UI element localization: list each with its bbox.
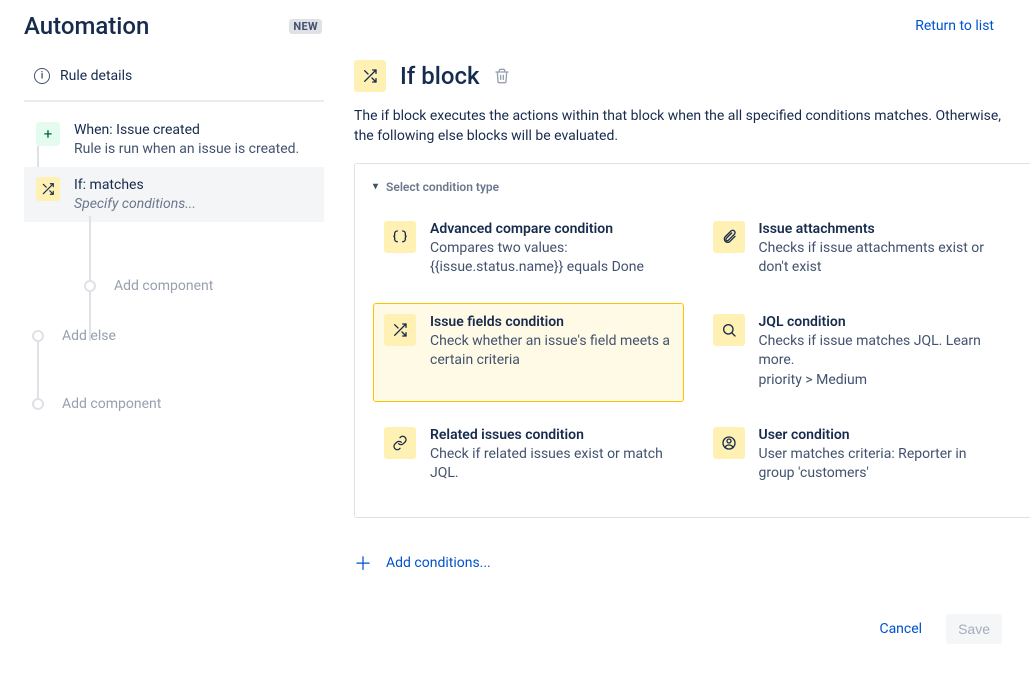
footer: Cancel Save xyxy=(354,576,1030,660)
if-subtitle: Specify conditions... xyxy=(74,196,196,212)
option-related-issues[interactable]: Related issues condition Check if relate… xyxy=(373,416,684,495)
option-advanced-compare[interactable]: Advanced compare condition Compares two … xyxy=(373,210,684,289)
main-description: The if block executes the actions within… xyxy=(354,106,1014,147)
attachment-icon xyxy=(713,221,745,253)
user-icon xyxy=(713,427,745,459)
main-title: If block xyxy=(400,62,480,90)
new-badge: NEW xyxy=(289,19,321,34)
cancel-button[interactable]: Cancel xyxy=(869,614,932,644)
chevron-down-icon: ▾ xyxy=(373,181,378,192)
option-title: User condition xyxy=(759,427,1002,443)
page-title: Automation xyxy=(24,12,149,40)
link-icon xyxy=(384,427,416,459)
plus-icon: + xyxy=(36,122,60,146)
rule-details-item[interactable]: Rule details xyxy=(24,60,324,102)
option-title: Issue fields condition xyxy=(430,314,673,330)
add-else-label: Add else xyxy=(62,328,116,344)
info-icon xyxy=(34,68,50,84)
option-title: Advanced compare condition xyxy=(430,221,673,237)
option-title: JQL condition xyxy=(759,314,1002,330)
branch-svg xyxy=(41,182,55,196)
tree-dot-icon xyxy=(84,280,96,292)
delete-icon[interactable] xyxy=(494,68,510,84)
save-button: Save xyxy=(946,614,1002,644)
condition-type-panel: ▾ Select condition type Advanced compare… xyxy=(354,163,1030,518)
branch-icon xyxy=(36,177,60,201)
add-component-button[interactable]: Add component xyxy=(24,390,324,418)
option-title: Issue attachments xyxy=(759,221,1002,237)
option-desc: Check if related issues exist or match J… xyxy=(430,445,673,484)
code-braces-icon xyxy=(384,221,416,253)
expand-label: Select condition type xyxy=(386,180,499,194)
main-content: If block The if block executes the actio… xyxy=(324,60,1030,700)
plus-icon: ＋ xyxy=(354,550,372,576)
option-user-condition[interactable]: User condition User matches criteria: Re… xyxy=(702,416,1013,495)
option-desc: Compares two values: {{issue.status.name… xyxy=(430,239,673,278)
shuffle-icon xyxy=(384,314,416,346)
add-component-label: Add component xyxy=(114,278,213,294)
main-header: If block xyxy=(354,60,1030,92)
option-desc: Checks if issue attachments exist or don… xyxy=(759,239,1002,278)
return-to-list-link[interactable]: Return to list xyxy=(915,18,994,34)
if-block-node[interactable]: If: matches Specify conditions... xyxy=(24,167,324,222)
add-component-button[interactable]: Add component xyxy=(48,272,324,300)
page-header: Automation NEW Return to list xyxy=(24,12,1030,40)
trash-svg xyxy=(494,68,510,84)
option-desc: User matches criteria: Reporter in group… xyxy=(759,445,1002,484)
option-desc: Check whether an issue's field meets a c… xyxy=(430,332,673,371)
expand-toggle[interactable]: ▾ Select condition type xyxy=(373,180,1012,194)
option-issue-attachments[interactable]: Issue attachments Checks if issue attach… xyxy=(702,210,1013,289)
add-conditions-label: Add conditions... xyxy=(386,555,491,571)
if-title: If: matches xyxy=(74,177,196,193)
option-title: Related issues condition xyxy=(430,427,673,443)
option-desc: Checks if issue matches JQL. Learn more.… xyxy=(759,332,1002,391)
rule-sidebar: Rule details + When: Issue created Rule … xyxy=(24,60,324,700)
add-else-button[interactable]: Add else xyxy=(24,322,324,350)
option-issue-fields[interactable]: Issue fields condition Check whether an … xyxy=(373,303,684,402)
tree-dot-icon xyxy=(32,330,44,342)
tree-dot-icon xyxy=(32,398,44,410)
when-title: When: Issue created xyxy=(74,122,299,138)
add-conditions-button[interactable]: ＋ Add conditions... xyxy=(354,550,1030,576)
when-subtitle: Rule is run when an issue is created. xyxy=(74,141,299,157)
option-jql[interactable]: JQL condition Checks if issue matches JQ… xyxy=(702,303,1013,402)
add-component-label: Add component xyxy=(62,396,161,412)
branch-svg xyxy=(362,68,378,84)
rule-details-label: Rule details xyxy=(60,68,132,84)
search-icon xyxy=(713,314,745,346)
if-block-icon xyxy=(354,60,386,92)
when-trigger-node[interactable]: + When: Issue created Rule is run when a… xyxy=(24,112,324,167)
